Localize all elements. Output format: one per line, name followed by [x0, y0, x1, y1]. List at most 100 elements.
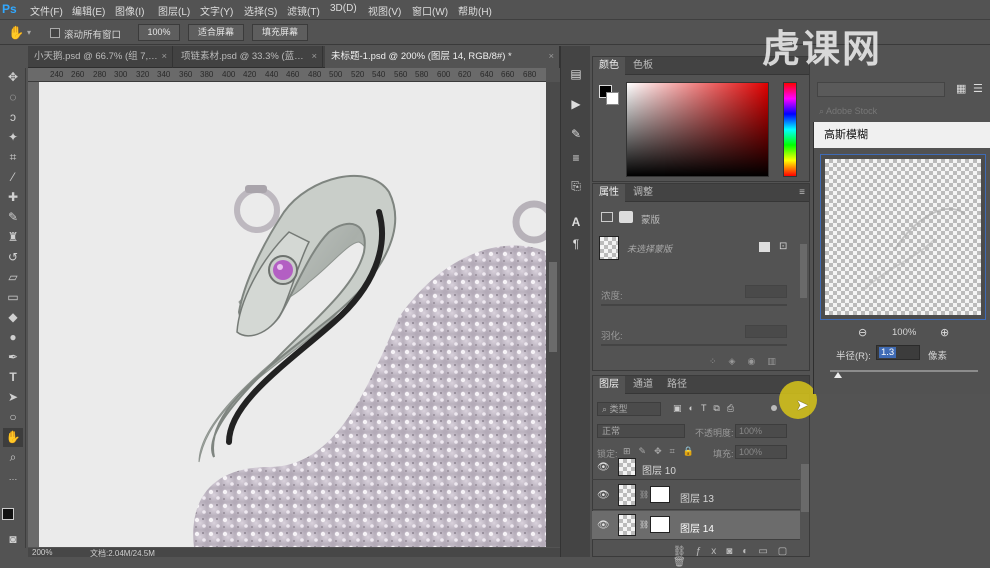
layers-footer-icons[interactable]: ⛓ƒx◙◐▭▢🗑 — [673, 546, 809, 568]
layer-row[interactable]: 👁 图层 10 — [592, 458, 800, 480]
tab-swatches[interactable]: 色板 — [627, 57, 659, 75]
tab-channels[interactable]: 通道 — [627, 376, 659, 394]
layers-scroll-thumb[interactable] — [801, 464, 809, 512]
close-icon[interactable]: × — [548, 46, 554, 67]
menu-edit[interactable]: 编辑(E) — [72, 3, 105, 18]
healing-brush-icon[interactable]: ✚ — [3, 188, 23, 207]
properties-footer-icons[interactable]: ⁘◈◉▥ — [709, 356, 788, 367]
list-view-icon[interactable]: ☰ — [973, 82, 983, 95]
menu-3d[interactable]: 3D(D) — [330, 3, 357, 14]
menu-help[interactable]: 帮助(H) — [458, 3, 492, 18]
layer-filter-select[interactable]: ⌕ 类型 — [597, 402, 661, 416]
lock-icons[interactable]: ⊞✎✥⌗🔒 — [623, 446, 702, 457]
foreground-color-swatch[interactable] — [2, 508, 14, 520]
type-tool-icon[interactable]: T — [3, 368, 23, 387]
panel-menu-icon[interactable]: ≡ — [799, 187, 805, 198]
radius-slider-handle[interactable] — [834, 372, 842, 378]
dodge-tool-icon[interactable]: ● — [3, 328, 23, 347]
opacity-input[interactable]: 100% — [735, 424, 787, 438]
menu-view[interactable]: 视图(V) — [368, 3, 401, 18]
brush-tool-icon[interactable]: ✎ — [3, 208, 23, 227]
layer-name[interactable]: 图层 13 — [680, 490, 714, 505]
document-canvas[interactable] — [39, 82, 546, 547]
tab-swan-psd[interactable]: 小天鹅.psd @ 66.7% (组 7,… × — [28, 46, 173, 68]
eye-icon[interactable]: 👁 — [597, 462, 610, 473]
grid-view-icon[interactable]: ▦ — [956, 82, 966, 95]
layer-row[interactable]: 👁 ⛓ 图层 13 — [592, 481, 800, 510]
tab-adjustments[interactable]: 调整 — [627, 184, 659, 202]
library-select[interactable] — [817, 82, 945, 97]
menu-type[interactable]: 文字(Y) — [200, 3, 233, 18]
zoom-tool-icon[interactable]: ⌕ — [3, 448, 23, 467]
zoom-out-icon[interactable]: ⊖ — [858, 326, 867, 339]
filter-toggle-icon[interactable] — [771, 405, 777, 411]
stamp-tool-icon[interactable]: ♜ — [3, 228, 23, 247]
path-select-icon[interactable]: ➤ — [3, 388, 23, 407]
density-input[interactable] — [745, 285, 787, 298]
zoom-readout[interactable]: 200% — [32, 548, 52, 557]
vector-mask-icon[interactable] — [619, 211, 633, 223]
eye-icon[interactable]: 👁 — [597, 520, 610, 531]
link-icon[interactable]: ⛓ — [639, 520, 649, 529]
tab-color[interactable]: 颜色 — [593, 57, 625, 75]
layer-mask-thumbnail[interactable] — [650, 486, 670, 503]
crop-tool-icon[interactable]: ⌗ — [3, 148, 23, 167]
radius-input[interactable]: 1.3 — [876, 345, 920, 360]
add-mask-icon[interactable] — [759, 242, 770, 252]
lasso-tool-icon[interactable]: ↄ — [3, 108, 23, 127]
quick-mask-icon[interactable]: ◙ — [3, 530, 23, 549]
history-panel-icon[interactable]: ▤ — [566, 64, 586, 84]
ellipse-tool-icon[interactable]: ○ — [3, 408, 23, 427]
properties-scroll-thumb[interactable] — [800, 244, 807, 298]
paragraph-panel-icon[interactable]: ¶ — [566, 234, 586, 254]
blur-tool-icon[interactable]: ◆ — [3, 308, 23, 327]
fill-input[interactable]: 100% — [735, 445, 787, 459]
feather-input[interactable] — [745, 325, 787, 338]
eraser-tool-icon[interactable]: ▱ — [3, 268, 23, 287]
chevron-down-icon[interactable]: ▾ — [27, 28, 31, 37]
vertical-scrollbar[interactable] — [546, 82, 560, 547]
magic-wand-icon[interactable]: ✦ — [3, 128, 23, 147]
more-tools-icon[interactable]: … — [3, 468, 23, 487]
density-slider[interactable] — [601, 304, 787, 306]
menu-layer[interactable]: 图层(L) — [158, 3, 190, 18]
menu-select[interactable]: 选择(S) — [244, 3, 277, 18]
scrollbar-thumb[interactable] — [549, 262, 557, 352]
feather-slider[interactable] — [601, 344, 787, 346]
close-icon[interactable]: × — [161, 46, 167, 67]
menu-filter[interactable]: 滤镜(T) — [287, 3, 320, 18]
background-swatch[interactable] — [606, 92, 619, 105]
layer-mask-thumbnail[interactable] — [650, 516, 670, 533]
hue-slider[interactable] — [783, 82, 797, 177]
tab-layers[interactable]: 图层 — [593, 376, 625, 394]
fit-screen-button[interactable]: 适合屏幕 — [188, 24, 244, 41]
tab-necklace-psd[interactable]: 项链素材.psd @ 33.3% (蓝… × — [175, 46, 323, 68]
gradient-tool-icon[interactable]: ▭ — [3, 288, 23, 307]
blend-mode-select[interactable]: 正常 — [597, 424, 685, 438]
layer-filter-icons[interactable]: ▣◐T⧉⎙ — [673, 403, 741, 414]
color-picker-field[interactable] — [626, 82, 769, 177]
actions-panel-icon[interactable]: ▶ — [566, 94, 586, 114]
close-icon[interactable]: × — [311, 46, 317, 67]
tab-properties[interactable]: 属性 — [593, 184, 625, 202]
clone-source-icon[interactable]: ⎘ — [566, 176, 586, 196]
zoom-100-button[interactable]: 100% — [138, 24, 180, 41]
history-brush-icon[interactable]: ↺ — [3, 248, 23, 267]
pen-tool-icon[interactable]: ✒ — [3, 348, 23, 367]
move-tool-icon[interactable]: ✥ — [3, 68, 23, 87]
brush-panel-icon[interactable]: ✎ — [566, 124, 586, 144]
menu-file[interactable]: 文件(F) — [30, 3, 63, 18]
eye-icon[interactable]: 👁 — [597, 490, 610, 501]
layer-row-selected[interactable]: 👁 ⛓ 图层 14 — [592, 511, 800, 540]
menu-window[interactable]: 窗口(W) — [412, 3, 448, 18]
scroll-all-checkbox[interactable] — [50, 28, 60, 38]
menu-image[interactable]: 图像(I) — [115, 3, 144, 18]
zoom-in-icon[interactable]: ⊕ — [940, 326, 949, 339]
character-panel-icon[interactable]: A — [566, 212, 586, 232]
layer-name[interactable]: 图层 14 — [680, 520, 714, 535]
tab-paths[interactable]: 路径 — [661, 376, 693, 394]
blur-preview[interactable] — [825, 159, 981, 315]
fill-screen-button[interactable]: 填充屏幕 — [252, 24, 308, 41]
hand-tool-icon[interactable]: ✋ — [3, 428, 23, 447]
tab-untitled-1[interactable]: 未标题-1.psd @ 200% (图层 14, RGB/8#) * × — [325, 46, 560, 68]
